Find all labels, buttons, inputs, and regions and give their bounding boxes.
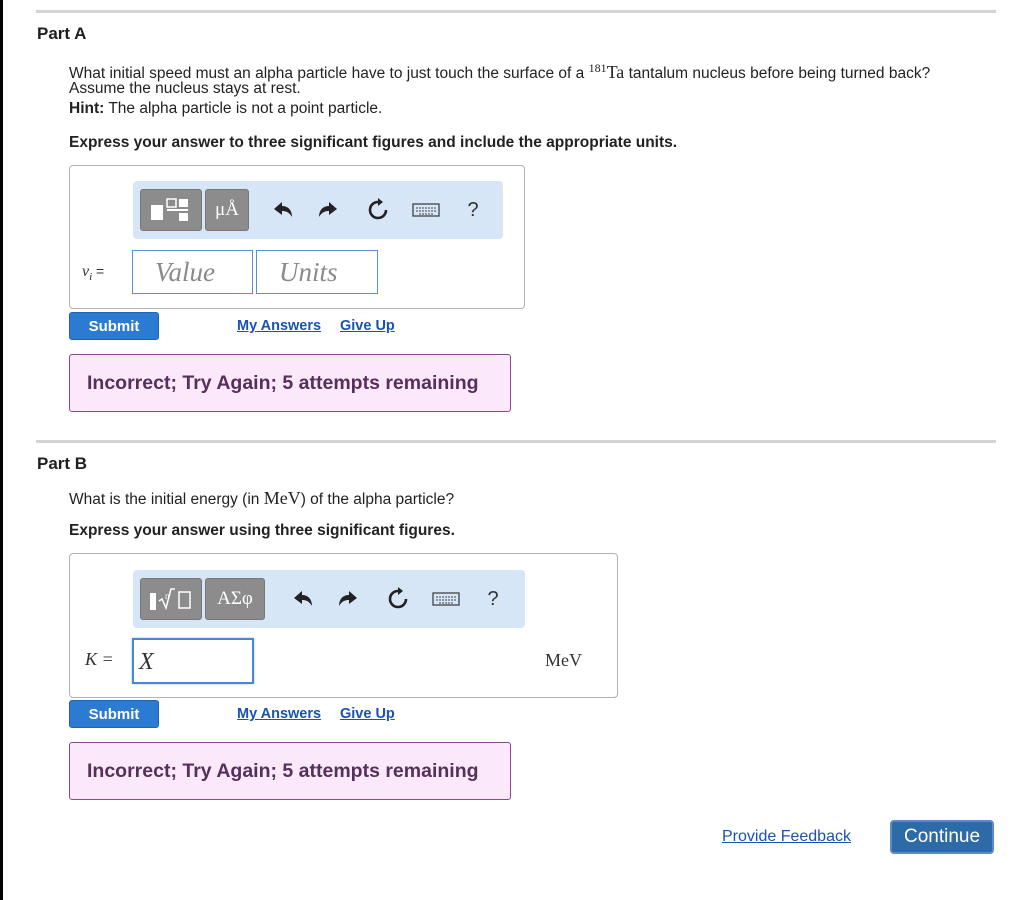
hint-text: The alpha particle is not a point partic…: [108, 100, 383, 117]
reset-icon[interactable]: [363, 195, 393, 225]
part-b-title: Part B: [37, 454, 88, 473]
help-button[interactable]: ?: [478, 584, 508, 614]
isotope-mass: 181: [588, 61, 607, 75]
part-a-hint: Hint: The alpha particle is not a point …: [69, 99, 382, 119]
part-b-feedback: Incorrect; Try Again; 5 attempts remaini…: [69, 742, 511, 800]
part-a-title: Part A: [37, 24, 87, 43]
part-b-answer-box: n ΑΣφ ? K = X MeV: [69, 553, 618, 698]
energy-input[interactable]: X: [132, 638, 254, 684]
templates-radical-icon: n: [150, 588, 191, 611]
redo-icon[interactable]: [333, 584, 363, 614]
part-b-my-answers-link[interactable]: My Answers: [237, 706, 321, 722]
inline-unit: MeV: [263, 488, 301, 508]
part-a-question-line2: Assume the nucleus stays at rest.: [69, 80, 301, 97]
part-a-submit-button[interactable]: Submit: [69, 312, 159, 340]
hint-label: Hint:: [69, 100, 105, 117]
part-a-feedback: Incorrect; Try Again; 5 attempts remaini…: [69, 354, 511, 412]
energy-label: K =: [85, 649, 114, 669]
part-a-toolbar: μÅ ?: [133, 181, 503, 239]
part-a-divider: [36, 10, 996, 13]
provide-feedback-link[interactable]: Provide Feedback: [722, 828, 851, 846]
question-text-pre: What is the initial energy (in: [69, 491, 260, 508]
part-b-question: What is the initial energy (in MeV) of t…: [69, 488, 454, 510]
question-text-post: tantalum nucleus before being turned bac…: [628, 65, 931, 83]
part-a-instruction: Express your answer to three significant…: [69, 134, 678, 151]
templates-icon: [151, 198, 188, 221]
energy-unit: MeV: [545, 650, 582, 670]
templates-button[interactable]: [140, 189, 202, 231]
part-b-submit-button[interactable]: Submit: [69, 700, 159, 728]
reset-icon[interactable]: [383, 584, 413, 614]
left-border: [0, 0, 3, 900]
redo-icon[interactable]: [313, 195, 343, 225]
part-b-instruction: Express your answer using three signific…: [69, 522, 455, 539]
part-a-my-answers-link[interactable]: My Answers: [237, 318, 321, 334]
question-text-post: ) of the alpha particle?: [300, 491, 455, 508]
templates-button[interactable]: n: [140, 578, 202, 620]
keyboard-icon[interactable]: [431, 584, 461, 614]
continue-button[interactable]: Continue: [890, 820, 994, 854]
part-b-give-up-link[interactable]: Give Up: [340, 706, 395, 722]
undo-icon[interactable]: [268, 195, 298, 225]
svg-text:n: n: [165, 591, 170, 601]
greek-symbols-button[interactable]: ΑΣφ: [205, 578, 265, 620]
part-a-answer-box: μÅ ? vi = Value Units: [69, 165, 525, 309]
velocity-label: vi =: [82, 263, 105, 284]
variable-symbol: vi: [82, 263, 93, 284]
value-input[interactable]: Value: [132, 250, 253, 294]
element-symbol: Ta: [606, 62, 625, 83]
symbols-button[interactable]: μÅ: [205, 189, 249, 231]
part-a-give-up-link[interactable]: Give Up: [340, 318, 395, 334]
undo-icon[interactable]: [288, 584, 318, 614]
units-input[interactable]: Units: [256, 250, 378, 294]
keyboard-icon[interactable]: [411, 195, 441, 225]
part-b-divider: [36, 440, 996, 443]
part-b-toolbar: n ΑΣφ ?: [133, 570, 525, 628]
help-button[interactable]: ?: [458, 195, 488, 225]
